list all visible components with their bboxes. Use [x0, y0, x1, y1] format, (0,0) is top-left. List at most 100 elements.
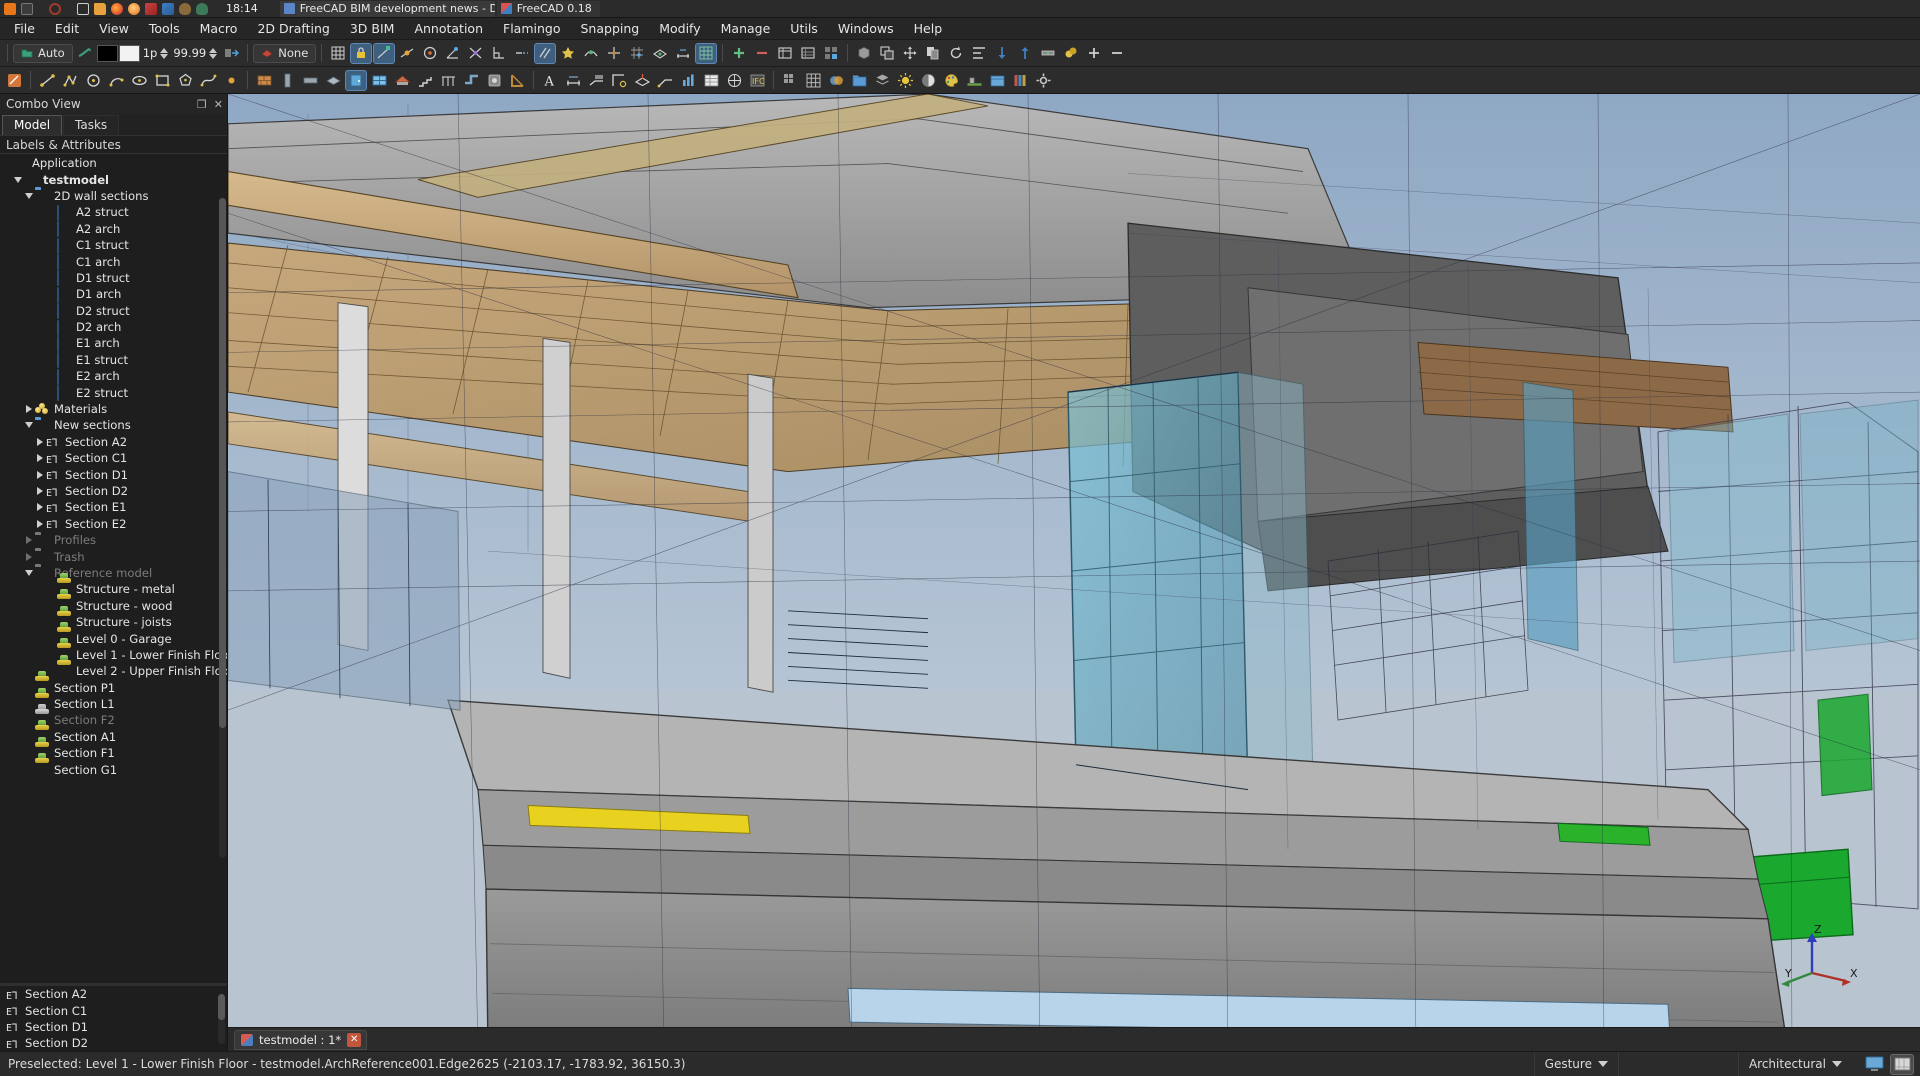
rotate-icon[interactable]	[945, 43, 967, 64]
chevron-down-icon[interactable]	[22, 193, 35, 199]
tree-item[interactable]: E⅂Section D1	[0, 466, 227, 482]
tree-item[interactable]: E⅂Section E2	[0, 516, 227, 532]
tree-item[interactable]: D1 arch	[0, 286, 227, 302]
tree-item[interactable]: E⅂Section A2	[0, 434, 227, 450]
line-color-swatch[interactable]	[97, 45, 118, 62]
chevron-down-icon[interactable]	[22, 570, 35, 576]
beam-icon[interactable]	[299, 70, 321, 91]
bspline-icon[interactable]	[197, 70, 219, 91]
clone-icon[interactable]	[876, 43, 898, 64]
3d-viewport[interactable]: Z X Y testmodel : 1* ✕	[228, 94, 1920, 1051]
menu-file[interactable]: File	[4, 19, 45, 38]
minus-icon[interactable]	[1106, 43, 1128, 64]
taskbar-window-item[interactable]: FreeCAD BIM development news - Dec...	[280, 1, 495, 17]
pipe-icon[interactable]	[460, 70, 482, 91]
toggle-grid-icon[interactable]	[695, 43, 717, 64]
tree-item[interactable]: Application	[0, 155, 227, 171]
door-icon[interactable]	[345, 70, 367, 91]
schedule-icon[interactable]	[700, 70, 722, 91]
tree-item[interactable]: Structure - wood	[0, 598, 227, 614]
tree-item[interactable]: C1 arch	[0, 253, 227, 269]
firefox-icon[interactable]	[111, 3, 123, 15]
ubuntu-icon[interactable]	[49, 3, 61, 15]
unit-system-selector[interactable]: Architectural	[1738, 1052, 1852, 1076]
tree-item[interactable]: Level 1 - Lower Finish Floor	[0, 647, 227, 663]
leader-icon[interactable]	[654, 70, 676, 91]
folder-icon[interactable]	[94, 3, 106, 15]
snap-endpoint-icon[interactable]	[373, 43, 395, 64]
tree-item[interactable]: E⅂Section E1	[0, 499, 227, 515]
project-icon[interactable]	[986, 70, 1008, 91]
tree-item[interactable]: Reference model	[0, 565, 227, 581]
chevron-right-icon[interactable]	[33, 520, 46, 528]
section-plane-icon[interactable]	[631, 70, 653, 91]
menu-manage[interactable]: Manage	[711, 19, 781, 38]
survey-icon[interactable]	[774, 43, 796, 64]
close-tab-icon[interactable]: ✕	[347, 1033, 361, 1047]
list-item[interactable]: E⅂Section D1	[0, 1019, 227, 1035]
menu-flamingo[interactable]: Flamingo	[493, 19, 570, 38]
level-icon[interactable]	[1037, 43, 1059, 64]
snap-grid-icon[interactable]	[626, 43, 648, 64]
tree-item[interactable]: C1 struct	[0, 237, 227, 253]
tree-item[interactable]: Materials	[0, 401, 227, 417]
snap-parallel-icon[interactable]	[534, 43, 556, 64]
close-icon[interactable]: ✕	[214, 98, 223, 111]
text-size-spinner[interactable]	[209, 48, 217, 59]
tree-item[interactable]: E1 struct	[0, 352, 227, 368]
model-tree-lower-panel[interactable]: E⅂Section A2E⅂Section C1E⅂Section D1E⅂Se…	[0, 983, 227, 1051]
tab-model[interactable]: Model	[2, 115, 62, 135]
tree-item[interactable]: Level 0 - Garage	[0, 630, 227, 646]
chevron-right-icon[interactable]	[33, 471, 46, 479]
layer-icon[interactable]	[871, 70, 893, 91]
apply-style-button[interactable]	[220, 43, 242, 64]
teams-icon[interactable]	[196, 3, 208, 15]
rectangle-icon[interactable]	[151, 70, 173, 91]
snap-center-icon[interactable]	[419, 43, 441, 64]
chevron-down-icon[interactable]	[22, 422, 35, 428]
chevron-right-icon[interactable]	[22, 405, 35, 413]
menu-edit[interactable]: Edit	[45, 19, 89, 38]
bim-views-icon[interactable]	[820, 43, 842, 64]
list-item[interactable]: E⅂Section A2	[0, 986, 227, 1002]
chevron-right-icon[interactable]	[22, 553, 35, 561]
wall-icon[interactable]	[253, 70, 275, 91]
undock-icon[interactable]: ❐	[197, 98, 207, 111]
remove-component-icon[interactable]	[751, 43, 773, 64]
ifc-icon[interactable]: IFC	[746, 70, 768, 91]
tree-item[interactable]: E2 struct	[0, 384, 227, 400]
group-icon[interactable]	[848, 70, 870, 91]
polygon-icon[interactable]	[174, 70, 196, 91]
snap-working-plane-icon[interactable]	[649, 43, 671, 64]
snap-near-icon[interactable]	[580, 43, 602, 64]
arc-icon[interactable]	[105, 70, 127, 91]
column-icon[interactable]	[276, 70, 298, 91]
compound-icon[interactable]	[825, 70, 847, 91]
tree-item[interactable]: D2 arch	[0, 319, 227, 335]
menu-3d-bim[interactable]: 3D BIM	[340, 19, 405, 38]
chevron-right-icon[interactable]	[22, 536, 35, 544]
move-icon[interactable]	[899, 43, 921, 64]
menu-modify[interactable]: Modify	[649, 19, 710, 38]
array-icon[interactable]	[779, 70, 801, 91]
tree-item[interactable]: E⅂Section D2	[0, 483, 227, 499]
render-icon[interactable]	[917, 70, 939, 91]
list-item[interactable]: E⅂Section D2	[0, 1035, 227, 1051]
sketch-icon[interactable]	[3, 70, 25, 91]
point-icon[interactable]	[220, 70, 242, 91]
dimension-icon[interactable]	[562, 70, 584, 91]
recorder-icon[interactable]	[145, 3, 157, 15]
snap-dimensions-icon[interactable]	[672, 43, 694, 64]
box-element-icon[interactable]	[853, 43, 875, 64]
chevron-right-icon[interactable]	[33, 438, 46, 446]
ifc-explorer-icon[interactable]	[797, 43, 819, 64]
chevron-right-icon[interactable]	[33, 487, 46, 495]
text-size-field[interactable]: 99.99	[171, 44, 219, 63]
roof-icon[interactable]	[391, 70, 413, 91]
snap-special-icon[interactable]	[557, 43, 579, 64]
snap-lock-icon[interactable]	[350, 43, 372, 64]
menu-windows[interactable]: Windows	[828, 19, 904, 38]
menu-macro[interactable]: Macro	[190, 19, 248, 38]
navigation-style-selector[interactable]: Gesture	[1534, 1052, 1618, 1076]
construction-mode-button[interactable]	[74, 43, 96, 64]
